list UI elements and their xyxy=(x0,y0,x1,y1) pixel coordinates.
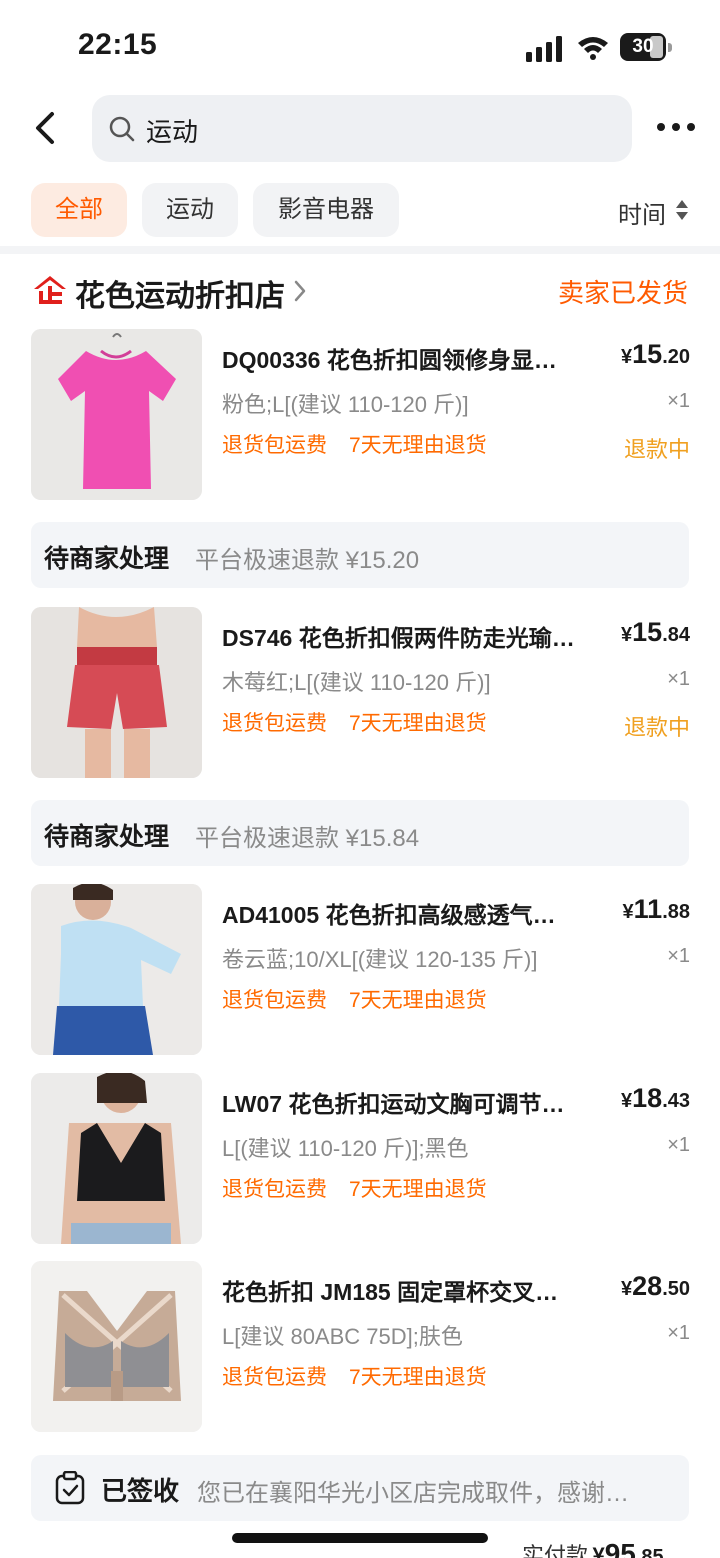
product-image xyxy=(31,1261,202,1432)
product-price: ¥18.43 xyxy=(621,1083,690,1113)
pending-info: 平台极速退款 ¥15.84 xyxy=(195,825,420,852)
sort-arrows-icon[interactable] xyxy=(674,198,690,222)
product-image xyxy=(31,607,202,778)
product-title[interactable]: DS746 花色折扣假两件防走光瑜… xyxy=(222,619,600,653)
product-qty: ×1 xyxy=(667,945,690,967)
battery-icon: 30 xyxy=(620,33,672,61)
wifi-icon xyxy=(578,37,608,60)
product-image xyxy=(31,329,202,500)
return-shipping-tag: 退货包运费 xyxy=(222,989,327,1012)
enterprise-shop-icon xyxy=(34,276,66,304)
status-bar: 22:15 30 xyxy=(0,0,720,92)
search-value: 运动 xyxy=(146,117,199,147)
refund-pending-bar[interactable]: 待商家处理 平台极速退款 ¥15.20 xyxy=(31,522,689,588)
product-price: ¥28.50 xyxy=(621,1271,690,1301)
product-image xyxy=(31,1073,202,1244)
chevron-right-icon[interactable] xyxy=(292,279,308,303)
back-arrow-icon[interactable] xyxy=(30,108,64,148)
product-image xyxy=(31,884,202,1055)
product-price: ¥15.84 xyxy=(621,617,690,647)
product-spec: L[(建议 110-120 斤)];黑色 xyxy=(222,1136,469,1161)
status-time: 22:15 xyxy=(78,28,158,61)
delivery-label: 已签收 xyxy=(101,1476,180,1506)
order-status: 卖家已发货 xyxy=(557,278,688,308)
sort-by-time[interactable]: 时间 xyxy=(618,195,666,230)
product-title[interactable]: DQ00336 花色折扣圆领修身显… xyxy=(222,341,600,375)
product-title[interactable]: AD41005 花色折扣高级感透气… xyxy=(222,896,600,930)
product-qty: ×1 xyxy=(667,668,690,690)
product-price: ¥11.88 xyxy=(622,894,690,924)
cellular-signal-icon xyxy=(526,36,562,62)
more-options-icon[interactable] xyxy=(656,120,696,134)
filter-tab-all[interactable]: 全部 xyxy=(31,183,127,237)
product-qty: ×1 xyxy=(667,390,690,412)
order-item[interactable]: DQ00336 花色折扣圆领修身显… ¥15.20 粉色;L[(建议 110-1… xyxy=(0,329,720,501)
filter-tab-sports[interactable]: 运动 xyxy=(142,183,238,237)
product-title[interactable]: 花色折扣 JM185 固定罩杯交叉… xyxy=(222,1273,600,1307)
seven-day-return-tag: 7天无理由退货 xyxy=(349,989,487,1012)
seven-day-return-tag: 7天无理由退货 xyxy=(349,712,487,735)
pending-info: 平台极速退款 ¥15.20 xyxy=(195,547,420,574)
seven-day-return-tag: 7天无理由退货 xyxy=(349,434,487,457)
shop-name[interactable]: 花色运动折扣店 xyxy=(75,271,285,315)
refund-status[interactable]: 退款中 xyxy=(624,432,690,464)
refund-status[interactable]: 退款中 xyxy=(624,710,690,742)
product-spec: L[建议 80ABC 75D];肤色 xyxy=(222,1324,463,1349)
seven-day-return-tag: 7天无理由退货 xyxy=(349,1178,487,1201)
pending-label: 待商家处理 xyxy=(44,545,170,573)
delivery-message: 您已在襄阳华光小区店完成取件，感谢… xyxy=(197,1480,629,1507)
seven-day-return-tag: 7天无理由退货 xyxy=(349,1366,487,1389)
order-total: 实付款 ¥95.85 xyxy=(522,1538,664,1558)
return-shipping-tag: 退货包运费 xyxy=(222,712,327,735)
clipboard-check-icon xyxy=(55,1471,85,1505)
battery-level: 30 xyxy=(632,36,654,57)
product-spec: 卷云蓝;10/XL[(建议 120-135 斤)] xyxy=(222,947,538,972)
delivery-status-bar[interactable]: 已签收 您已在襄阳华光小区店完成取件，感谢… xyxy=(31,1455,689,1521)
product-qty: ×1 xyxy=(667,1322,690,1344)
order-item[interactable]: AD41005 花色折扣高级感透气… ¥11.88 卷云蓝;10/XL[(建议 … xyxy=(0,884,720,1056)
product-title[interactable]: LW07 花色折扣运动文胸可调节… xyxy=(222,1085,600,1119)
product-spec: 粉色;L[(建议 110-120 斤)] xyxy=(222,392,469,417)
search-input[interactable]: 运动 xyxy=(92,95,632,162)
product-qty: ×1 xyxy=(667,1134,690,1156)
order-item[interactable]: DS746 花色折扣假两件防走光瑜… ¥15.84 木莓红;L[(建议 110-… xyxy=(0,607,720,779)
return-shipping-tag: 退货包运费 xyxy=(222,1178,327,1201)
search-icon xyxy=(109,116,135,142)
refund-pending-bar[interactable]: 待商家处理 平台极速退款 ¥15.84 xyxy=(31,800,689,866)
return-shipping-tag: 退货包运费 xyxy=(222,434,327,457)
return-shipping-tag: 退货包运费 xyxy=(222,1366,327,1389)
product-spec: 木莓红;L[(建议 110-120 斤)] xyxy=(222,670,491,695)
filter-tab-electronics[interactable]: 影音电器 xyxy=(253,183,399,237)
section-divider xyxy=(0,246,720,254)
product-price: ¥15.20 xyxy=(621,339,690,369)
pending-label: 待商家处理 xyxy=(44,823,170,851)
home-indicator[interactable] xyxy=(232,1533,488,1543)
order-item[interactable]: LW07 花色折扣运动文胸可调节… ¥18.43 L[(建议 110-120 斤… xyxy=(0,1073,720,1245)
order-item[interactable]: 花色折扣 JM185 固定罩杯交叉… ¥28.50 L[建议 80ABC 75D… xyxy=(0,1261,720,1433)
